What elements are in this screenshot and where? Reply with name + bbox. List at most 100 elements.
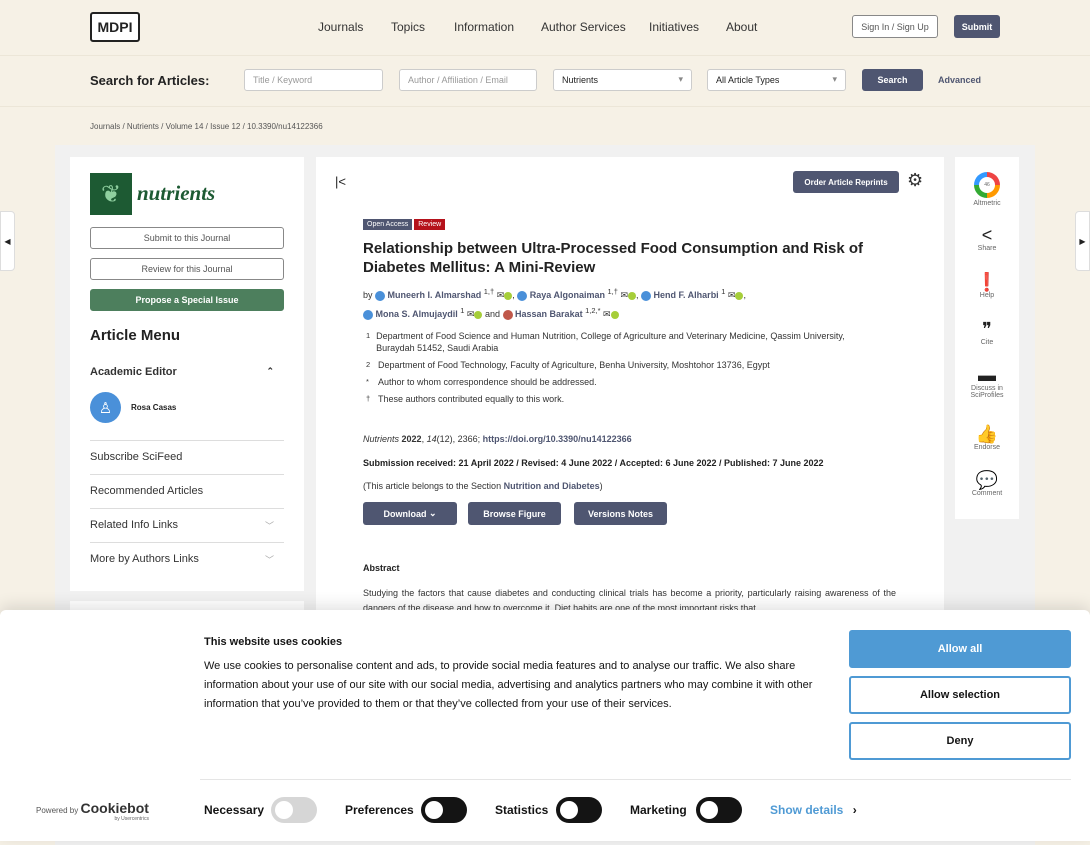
nav-about[interactable]: About — [726, 20, 757, 34]
help-button[interactable]: ❗ Help — [955, 272, 1019, 299]
allow-all-button[interactable]: Allow all — [849, 630, 1071, 668]
chevron-down-icon: ﹀ — [264, 555, 274, 565]
deny-button[interactable]: Deny — [849, 722, 1071, 760]
orcid-icon[interactable] — [627, 291, 636, 300]
comment-icon: 💬 — [975, 470, 999, 490]
section-info: (This article belongs to the Section Nut… — [363, 481, 603, 491]
editor-name[interactable]: Rosa Casas — [131, 403, 176, 412]
share-icon: < — [981, 225, 993, 245]
download-button[interactable]: Download ⌄ — [363, 502, 457, 525]
menu-more-by-authors[interactable]: More by Authors Links ﹀ — [90, 542, 284, 576]
citation: Nutrients 2022, 14(12), 2366; https://do… — [363, 434, 632, 444]
right-collapse-arrow[interactable]: ▶ — [1075, 211, 1090, 271]
preferences-label: Preferences — [345, 803, 414, 817]
author-link[interactable]: Mona S. Almujaydil — [376, 309, 458, 319]
author-link[interactable]: Raya Algonaiman — [530, 290, 605, 300]
share-button[interactable]: < Share — [955, 225, 1019, 252]
author-icon — [517, 290, 528, 301]
chevron-down-icon: ﹀ — [264, 521, 274, 531]
divider — [0, 55, 1090, 56]
cite-button[interactable]: ❞ Cite — [955, 319, 1019, 346]
discuss-button[interactable]: ▬ Discuss in SciProfiles — [955, 365, 1019, 399]
author-list: by Muneerh I. Almarshad 1,† ✉, Raya Algo… — [363, 287, 746, 320]
nav-journals[interactable]: Journals — [318, 20, 363, 34]
orcid-icon[interactable] — [474, 310, 483, 319]
breadcrumb-issue[interactable]: Issue 12 — [210, 122, 240, 131]
show-details-link[interactable]: Show details › — [770, 803, 857, 817]
doi-link[interactable]: https://doi.org/10.3390/nu14122366 — [483, 434, 632, 444]
article-type-select[interactable]: All Article Types — [707, 69, 846, 91]
academic-editor-toggle[interactable]: Academic Editor ⌃ — [90, 366, 284, 378]
email-icon[interactable]: ✉ — [728, 290, 736, 300]
email-icon[interactable]: ✉ — [467, 309, 475, 319]
divider — [0, 106, 1090, 107]
badges: Open Access Review — [363, 213, 447, 231]
settings-gear-icon[interactable]: ⚙ — [907, 170, 923, 191]
menu-recommended-articles[interactable]: Recommended Articles — [90, 474, 284, 508]
abstract-text: Studying the factors that cause diabetes… — [363, 588, 896, 612]
orcid-icon[interactable] — [504, 291, 513, 300]
author-input[interactable]: Author / Affiliation / Email — [399, 69, 537, 91]
forum-icon: ▬ — [978, 365, 996, 385]
statistics-label: Statistics — [495, 803, 549, 817]
email-icon[interactable]: ✉ — [603, 309, 611, 319]
chevron-up-icon: ⌃ — [266, 366, 274, 376]
author-photo-icon — [502, 309, 513, 320]
propose-special-issue-button[interactable]: Propose a Special Issue — [90, 289, 284, 311]
search-button[interactable]: Search — [862, 69, 923, 91]
allow-selection-button[interactable]: Allow selection — [849, 676, 1071, 714]
chevron-right-icon: › — [852, 803, 857, 817]
nav-information[interactable]: Information — [454, 20, 514, 34]
cookie-title: This website uses cookies — [204, 636, 343, 648]
review-for-journal-button[interactable]: Review for this Journal — [90, 258, 284, 280]
academic-editor-label: Academic Editor — [90, 366, 177, 378]
article-title: Relationship between Ultra-Processed Foo… — [363, 240, 864, 276]
journal-name[interactable]: nutrients — [137, 181, 215, 206]
author-link[interactable]: Hend F. Alharbi — [654, 290, 719, 300]
journal-select[interactable]: Nutrients — [553, 69, 692, 91]
preferences-toggle[interactable] — [421, 797, 467, 823]
marketing-toggle[interactable] — [696, 797, 742, 823]
endorse-button[interactable]: 👍 Endorse — [955, 424, 1019, 451]
sign-in-button[interactable]: Sign In / Sign Up — [852, 15, 938, 38]
author-link[interactable]: Muneerh I. Almarshad — [388, 290, 482, 300]
author-link[interactable]: Hassan Barakat — [515, 309, 583, 319]
email-icon[interactable]: ✉ — [620, 290, 628, 300]
avatar: ♙ — [90, 392, 121, 423]
cookiebot-logo[interactable]: Powered by Cookiebot by Usercentrics — [36, 800, 149, 822]
orcid-icon[interactable] — [735, 291, 744, 300]
title-keyword-input[interactable]: Title / Keyword — [244, 69, 383, 91]
search-label: Search for Articles: — [90, 73, 210, 88]
nav-initiatives[interactable]: Initiatives — [649, 20, 699, 34]
email-icon[interactable]: ✉ — [497, 290, 505, 300]
nutrients-journal-logo[interactable]: ❦ — [90, 173, 132, 215]
menu-related-info-links[interactable]: Related Info Links ﹀ — [90, 508, 284, 542]
advanced-search-link[interactable]: Advanced — [938, 75, 981, 85]
cookie-body: We use cookies to personalise content an… — [204, 660, 813, 710]
publication-dates: Submission received: 21 April 2022 / Rev… — [363, 458, 824, 468]
browse-figure-button[interactable]: Browse Figure — [468, 502, 561, 525]
nav-author-services[interactable]: Author Services — [541, 20, 626, 34]
menu-subscribe-scifeed[interactable]: Subscribe SciFeed — [90, 440, 284, 474]
nav-topics[interactable]: Topics — [391, 20, 425, 34]
altmetric-button[interactable]: 46 Altmetric — [955, 172, 1019, 207]
breadcrumb-nutrients[interactable]: Nutrients — [127, 122, 159, 131]
review-badge: Review — [414, 219, 446, 230]
section-link[interactable]: Nutrition and Diabetes — [504, 481, 600, 491]
divider — [200, 779, 1071, 780]
collapse-sidebar-icon[interactable]: |< — [335, 174, 346, 189]
abstract-title: Abstract — [363, 563, 400, 573]
breadcrumb-doi: 10.3390/nu14122366 — [247, 122, 323, 131]
breadcrumb-journals[interactable]: Journals — [90, 122, 120, 131]
orcid-icon[interactable] — [610, 310, 619, 319]
left-collapse-arrow[interactable]: ◀ — [0, 211, 15, 271]
versions-notes-button[interactable]: Versions Notes — [574, 502, 667, 525]
breadcrumb-volume[interactable]: Volume 14 — [166, 122, 204, 131]
submit-to-journal-button[interactable]: Submit to this Journal — [90, 227, 284, 249]
thumbs-up-icon: 👍 — [975, 424, 999, 444]
statistics-toggle[interactable] — [556, 797, 602, 823]
submit-button[interactable]: Submit — [954, 15, 1000, 38]
mdpi-logo[interactable]: MDPI — [90, 12, 140, 42]
order-reprints-button[interactable]: Order Article Reprints — [793, 171, 899, 193]
comment-button[interactable]: 💬 Comment — [955, 470, 1019, 497]
